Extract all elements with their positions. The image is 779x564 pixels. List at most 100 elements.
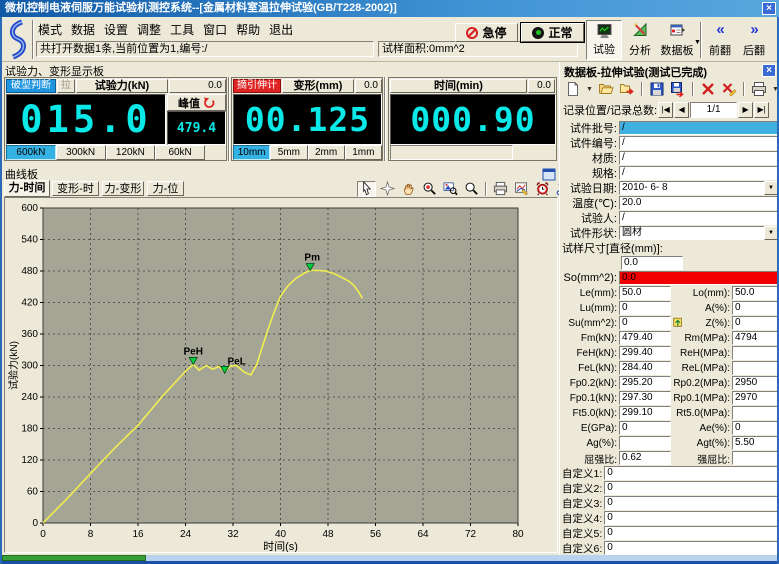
- param-input[interactable]: 0: [619, 316, 671, 330]
- param-input[interactable]: 0: [619, 301, 671, 315]
- record-first-button[interactable]: |◀: [658, 102, 673, 118]
- alarm-clock-icon[interactable]: [533, 181, 552, 197]
- su-calc-icon[interactable]: [672, 317, 686, 330]
- record-last-button[interactable]: ▶|: [754, 102, 769, 118]
- menu-item[interactable]: 调整: [137, 21, 161, 38]
- tab-力-变形[interactable]: 力-变形: [102, 181, 144, 196]
- databoard-button[interactable]: 数据板: [658, 20, 696, 60]
- page-next-button[interactable]: » 后翻: [739, 20, 769, 60]
- delete-icon[interactable]: [699, 80, 717, 98]
- zoom-region-icon[interactable]: [441, 181, 460, 197]
- param-input[interactable]: 4794: [732, 331, 778, 345]
- analyze-button[interactable]: 分析: [624, 20, 656, 60]
- field-input[interactable]: 圆材▼: [619, 226, 778, 240]
- param-input[interactable]: 295.20: [619, 376, 671, 390]
- print-icon[interactable]: [491, 181, 510, 197]
- range-button-2mm[interactable]: 2mm: [308, 145, 345, 160]
- field-input[interactable]: 2010- 6- 8▼: [619, 181, 778, 195]
- custom-input[interactable]: 0: [604, 496, 778, 510]
- custom-input[interactable]: 0: [604, 511, 778, 525]
- page-prev-button[interactable]: « 前翻: [705, 20, 735, 60]
- chart-edit-icon[interactable]: [512, 181, 531, 197]
- menu-item[interactable]: 窗口: [203, 21, 227, 38]
- peak-reset-icon[interactable]: [203, 97, 215, 109]
- custom-input[interactable]: 0: [604, 526, 778, 540]
- range-button-5mm[interactable]: 5mm: [270, 145, 307, 160]
- emergency-stop-button[interactable]: 急停: [455, 23, 518, 42]
- zoom-out-icon[interactable]: [420, 181, 439, 197]
- param-input[interactable]: 0: [732, 301, 778, 315]
- move-icon[interactable]: [378, 181, 397, 197]
- menu-item[interactable]: 工具: [170, 21, 194, 38]
- param-input[interactable]: 5.50: [732, 436, 778, 450]
- so-input[interactable]: 0.0: [619, 271, 778, 285]
- param-input[interactable]: [619, 436, 671, 450]
- param-input[interactable]: 299.10: [619, 406, 671, 420]
- field-input[interactable]: /: [619, 166, 778, 180]
- custom-input[interactable]: 0: [604, 466, 778, 480]
- field-row: 试件形状:圆材▼: [562, 226, 778, 240]
- tab-力-时间[interactable]: 力-时间: [4, 180, 50, 197]
- dropdown-arrow-icon[interactable]: ▼: [764, 181, 778, 195]
- param-input[interactable]: 297.30: [619, 391, 671, 405]
- pan-hand-icon[interactable]: [399, 181, 418, 197]
- menu-item[interactable]: 帮助: [236, 21, 260, 38]
- normal-status-button[interactable]: 正常: [521, 23, 584, 42]
- custom-input[interactable]: 0: [604, 481, 778, 495]
- cursor-icon[interactable]: [357, 181, 376, 197]
- field-input[interactable]: /: [619, 211, 778, 225]
- save-as-icon[interactable]: [669, 80, 687, 98]
- param-input[interactable]: 2950: [732, 376, 778, 390]
- pull-button[interactable]: 拉: [57, 79, 75, 93]
- tab-力-位移[interactable]: 力-位移: [147, 181, 184, 196]
- break-detect-button[interactable]: 破型判断: [6, 79, 56, 93]
- range-button-300kN[interactable]: 300kN: [56, 145, 106, 160]
- dropdown-arrow-icon[interactable]: ▼: [764, 226, 778, 240]
- field-input[interactable]: /: [619, 136, 778, 150]
- menu-item[interactable]: 退出: [269, 21, 293, 38]
- delete-edit-icon[interactable]: [720, 80, 738, 98]
- range-button-10mm[interactable]: 10mm: [233, 145, 270, 160]
- data-panel-close-icon[interactable]: ×: [762, 64, 776, 77]
- param-input[interactable]: 299.40: [619, 346, 671, 360]
- param-input[interactable]: [732, 451, 778, 465]
- param-input[interactable]: 284.40: [619, 361, 671, 375]
- extensometer-remove-button[interactable]: 摘引伸计: [233, 79, 281, 93]
- custom-input[interactable]: 0: [604, 541, 778, 555]
- param-input[interactable]: 50.0: [619, 286, 671, 300]
- field-input[interactable]: 20.0: [619, 196, 778, 210]
- field-input[interactable]: /: [619, 151, 778, 165]
- menu-item[interactable]: 模式: [38, 21, 62, 38]
- param-input[interactable]: [732, 361, 778, 375]
- param-input[interactable]: 0: [619, 421, 671, 435]
- field-input[interactable]: /: [619, 121, 778, 135]
- force-time-chart[interactable]: 0816243240485664728006012018024030036042…: [5, 198, 557, 552]
- menu-item[interactable]: 设置: [104, 21, 128, 38]
- tab-变形-时间[interactable]: 变形-时间: [52, 181, 99, 196]
- print-icon[interactable]: [750, 80, 768, 98]
- dropdown-arrow-icon[interactable]: ▼: [585, 81, 594, 97]
- open-icon[interactable]: [597, 80, 615, 98]
- param-input[interactable]: 2970: [732, 391, 778, 405]
- range-button-120kN[interactable]: 120kN: [106, 145, 156, 160]
- range-button-60kN[interactable]: 60kN: [155, 145, 205, 160]
- param-input[interactable]: 0: [732, 316, 778, 330]
- range-button-600kN[interactable]: 600kN: [6, 145, 56, 160]
- close-icon[interactable]: ×: [762, 2, 776, 15]
- param-input[interactable]: 0: [732, 421, 778, 435]
- record-prev-button[interactable]: ◀: [674, 102, 689, 118]
- zoom-in-icon[interactable]: [462, 181, 481, 197]
- param-input[interactable]: [732, 346, 778, 360]
- menu-item[interactable]: 数据: [71, 21, 95, 38]
- new-icon[interactable]: [564, 80, 582, 98]
- test-button[interactable]: 试验: [586, 20, 622, 60]
- export-icon[interactable]: [618, 80, 636, 98]
- record-next-button[interactable]: ▶: [738, 102, 753, 118]
- range-button-1mm[interactable]: 1mm: [345, 145, 382, 160]
- param-input[interactable]: 479.40: [619, 331, 671, 345]
- size-input[interactable]: 0.0: [621, 256, 683, 270]
- param-input[interactable]: 50.0: [732, 286, 778, 300]
- param-input[interactable]: [732, 406, 778, 420]
- save-icon[interactable]: [648, 80, 666, 98]
- param-input[interactable]: 0.62: [619, 451, 671, 465]
